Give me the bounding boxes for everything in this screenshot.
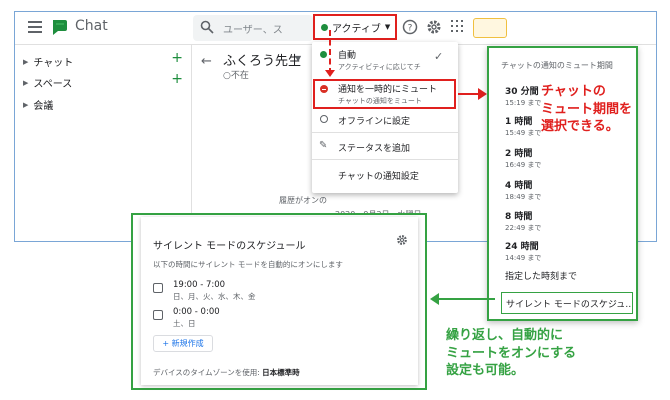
history-note-fragment: 履歴がオンの xyxy=(279,196,327,205)
help-icon[interactable]: ? xyxy=(402,19,418,35)
search-placeholder: ユーザー、ス xyxy=(223,25,283,36)
add-space-icon[interactable]: + xyxy=(171,71,183,87)
search-icon xyxy=(200,20,214,34)
sidebar-item-spaces[interactable]: ▶ スペース + xyxy=(23,71,183,90)
callout-line: ミュートをオンにする xyxy=(446,345,577,361)
timezone-value: 日本標準時 xyxy=(262,368,300,377)
sidebar-item-label: スペース xyxy=(33,79,73,90)
option-duration: 1 時間 xyxy=(505,117,533,127)
sidebar-item-meetings[interactable]: ▶ 会議 xyxy=(23,97,183,113)
expand-triangle-icon: ▶ xyxy=(23,57,29,66)
mute-option[interactable]: 8 時間 22:49 まで xyxy=(505,209,635,233)
silent-schedule-button[interactable]: サイレント モードのスケジュ… xyxy=(501,292,633,314)
callout-line: ミュート期間を xyxy=(541,101,633,117)
callout-line: 繰り返し、自動的に xyxy=(446,328,564,343)
status-label: アクティブ xyxy=(332,23,381,35)
sidebar-item-chat[interactable]: ▶ チャット + xyxy=(23,50,183,69)
annotation-arrowhead xyxy=(430,293,439,305)
active-status-dot xyxy=(320,51,327,58)
menu-item-label: 自動 xyxy=(338,51,357,61)
silent-schedule-card: サイレント モードのスケジュール 以下の時間にサイレント モードを自動的にオンに… xyxy=(141,217,418,385)
sidebar-item-label: チャット xyxy=(33,58,74,69)
mute-option[interactable]: 24 時間 14:49 まで xyxy=(505,239,635,263)
mute-option[interactable]: 4 時間 18:49 まで xyxy=(505,178,635,202)
annotation-arrowhead xyxy=(325,70,335,77)
timezone-prefix: デバイスのタイムゾーンを使用: xyxy=(153,368,263,377)
annotation-green-arrow xyxy=(437,298,495,300)
mute-option-custom[interactable]: 指定した時刻まで xyxy=(505,269,635,282)
silent-schedule-frame: サイレント モードのスケジュール 以下の時間にサイレント モードを自動的にオンに… xyxy=(131,213,427,390)
schedule-range: 0:00 - 0:00 xyxy=(173,307,220,317)
expand-triangle-icon: ▶ xyxy=(23,100,29,109)
mute-option[interactable]: 2 時間 16:49 まで xyxy=(505,146,635,170)
active-status-dot xyxy=(321,23,328,31)
mute-highlight-box xyxy=(313,79,456,109)
annotation-red-arrow xyxy=(458,93,480,95)
callout-line: 設定も可能。 xyxy=(446,363,525,379)
search-input[interactable]: ユーザー、ス xyxy=(193,15,313,41)
room-menu-caret-icon[interactable]: ▼ xyxy=(295,54,301,63)
menu-divider xyxy=(312,132,458,133)
status-dropdown-button[interactable]: アクティブ ▼ xyxy=(313,14,397,40)
annotation-arrowhead xyxy=(478,88,487,100)
annotation-dashed-arrow xyxy=(329,30,331,74)
callout-line: チャットの xyxy=(541,84,606,99)
top-bar: Chat ユーザー、ス アクティブ ▼ ? xyxy=(15,12,656,45)
schedule-checkbox[interactable] xyxy=(153,283,163,293)
pencil-icon: ✎ xyxy=(319,140,328,151)
settings-gear-icon[interactable] xyxy=(426,19,442,35)
hamburger-menu-icon[interactable] xyxy=(28,21,42,33)
schedule-entry[interactable]: 19:00 - 7:00 日、月、火、水、木、金 xyxy=(153,280,256,302)
caret-down-icon: ▼ xyxy=(384,23,391,31)
chat-logo-icon xyxy=(53,20,67,35)
settings-gear-icon[interactable] xyxy=(396,234,408,246)
away-ring-icon: ○ xyxy=(223,71,231,81)
option-duration: 2 時間 xyxy=(505,149,533,159)
app-title: Chat xyxy=(75,18,108,34)
schedule-title: サイレント モードのスケジュール xyxy=(153,241,306,252)
option-duration: 24 時間 xyxy=(505,242,539,252)
schedule-description: 以下の時間にサイレント モードを自動的にオンにします xyxy=(153,260,343,269)
status-menu: 自動 アクティビティに応じてチ ✓ 通知を一時的にミュート チャットの通知をミュ… xyxy=(312,42,458,193)
menu-divider xyxy=(312,159,458,160)
option-until: 14:49 まで xyxy=(505,254,542,262)
back-arrow-icon[interactable]: ← xyxy=(201,54,212,69)
panel-title: チャットの通知のミュート期間 xyxy=(501,61,613,70)
expand-triangle-icon: ▶ xyxy=(23,78,29,87)
offline-ring-icon xyxy=(320,115,328,123)
option-duration: 4 時間 xyxy=(505,181,533,191)
callout-line: 選択できる。 xyxy=(541,119,619,135)
schedule-checkbox[interactable] xyxy=(153,310,163,320)
apps-grid-icon[interactable] xyxy=(451,20,463,32)
green-callout: 繰り返し、自動的に ミュートをオンにする 設定も可能。 xyxy=(446,327,576,380)
option-until: 18:49 まで xyxy=(505,193,542,201)
add-chat-icon[interactable]: + xyxy=(171,50,183,66)
room-status: ○不在 xyxy=(223,71,249,81)
schedule-entry[interactable]: 0:00 - 0:00 土、日 xyxy=(153,307,220,329)
room-title: ふくろう先生 xyxy=(223,54,302,69)
timezone-note: デバイスのタイムゾーンを使用: 日本標準時 xyxy=(153,367,300,378)
schedule-days: 日、月、火、水、木、金 xyxy=(173,292,256,301)
red-callout: チャットの ミュート期間を 選択できる。 xyxy=(541,83,632,136)
menu-item-label: ステータスを追加 xyxy=(338,144,411,154)
account-brand-logo[interactable] xyxy=(473,18,507,38)
sidebar-item-label: 会議 xyxy=(33,101,54,112)
checkmark-icon: ✓ xyxy=(434,50,444,63)
option-until: 22:49 まで xyxy=(505,224,542,232)
schedule-days: 土、日 xyxy=(173,319,196,328)
menu-item-label: チャットの通知設定 xyxy=(338,172,419,182)
menu-item-sublabel: アクティビティに応じてチ xyxy=(338,63,421,71)
new-schedule-button[interactable]: + 新規作成 xyxy=(153,335,213,352)
option-until: 16:49 まで xyxy=(505,161,542,169)
menu-item-label: オフラインに設定 xyxy=(338,117,411,127)
svg-text:?: ? xyxy=(408,24,413,34)
option-duration: 8 時間 xyxy=(505,212,533,222)
option-duration: 30 分間 xyxy=(505,87,539,97)
schedule-range: 19:00 - 7:00 xyxy=(173,280,226,290)
